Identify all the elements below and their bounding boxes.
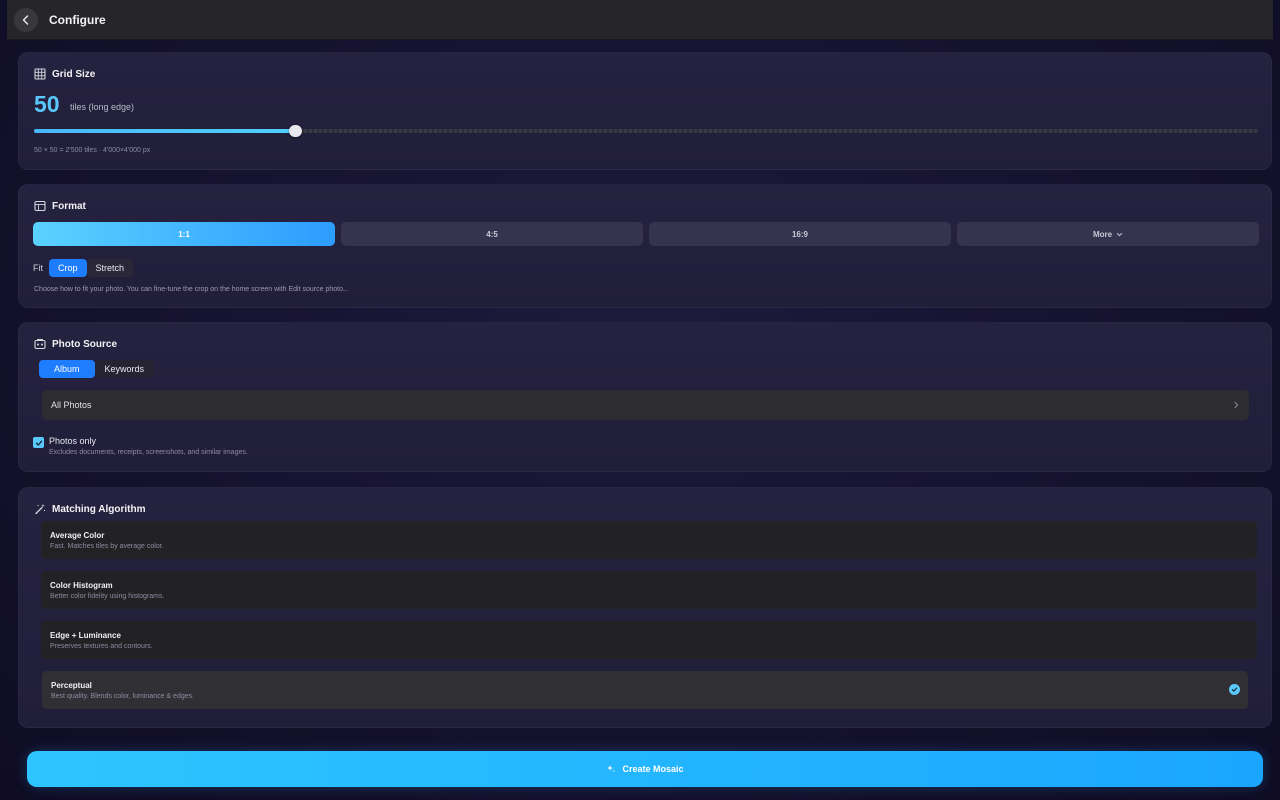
grid-size-card: Grid Size 50 tiles (long edge) 50 × 50 =…: [18, 52, 1272, 170]
source-tabs: Album Keywords: [39, 360, 155, 378]
algorithm-list: Average Color Fast. Matches tiles by ave…: [41, 521, 1257, 721]
grid-size-value: 50: [34, 91, 60, 117]
algorithm-name: Average Color: [50, 531, 105, 540]
aspect-ratio-icon: [34, 200, 46, 212]
ratio-option-1-1[interactable]: 1:1: [33, 222, 335, 246]
chevron-down-icon: [1116, 231, 1123, 238]
chevron-left-icon: [22, 14, 29, 25]
algorithm-name: Edge + Luminance: [50, 631, 121, 640]
grid-size-slider[interactable]: [34, 125, 1258, 137]
ratio-option-16-9[interactable]: 16:9: [649, 222, 951, 246]
sparkles-icon: [606, 764, 616, 774]
title-bar: Configure: [7, 0, 1273, 40]
ratio-more-button[interactable]: More: [957, 222, 1259, 246]
more-label: More: [1092, 229, 1113, 239]
grid-icon: [34, 68, 46, 80]
grid-size-title: Grid Size: [52, 68, 96, 80]
album-name: All Photos: [51, 400, 92, 410]
photo-source-header: Photo Source: [34, 338, 117, 350]
ratio-option-4-5[interactable]: 4:5: [341, 222, 643, 246]
matching-title: Matching Algorithm: [52, 503, 146, 515]
photos-only-row: Photos only Excludes documents, receipts…: [33, 436, 248, 456]
back-button[interactable]: [14, 7, 38, 32]
algorithm-description: Preserves textures and contours.: [50, 643, 153, 650]
format-title: Format: [52, 200, 86, 212]
grid-size-info: 50 × 50 = 2'500 tiles · 4'000×4'000 px: [34, 147, 151, 154]
photos-only-description: Excludes documents, receipts, screenshot…: [49, 449, 248, 456]
photos-only-label: Photos only: [49, 436, 97, 446]
fit-option-stretch[interactable]: Stretch: [86, 259, 134, 277]
source-tab-keywords[interactable]: Keywords: [94, 360, 155, 378]
page-title: Configure: [49, 12, 106, 27]
slider-fill: [34, 129, 295, 133]
aspect-ratio-selector: 1:1 4:5 16:9 More: [33, 222, 1259, 246]
create-mosaic-label: Create Mosaic: [622, 764, 684, 774]
magic-wand-icon: [34, 503, 46, 515]
photo-library-icon: [34, 338, 46, 350]
format-help-text: Choose how to fit your photo. You can fi…: [34, 286, 349, 293]
fit-label: Fit: [33, 263, 43, 273]
create-mosaic-button[interactable]: Create Mosaic: [27, 751, 1263, 787]
grid-size-header: Grid Size: [34, 68, 95, 80]
algorithm-name: Color Histogram: [50, 581, 113, 590]
chevron-right-icon: [1232, 396, 1240, 414]
fit-mode-row: Fit Crop Stretch: [33, 259, 134, 277]
format-card: Format 1:1 4:5 16:9 More Fit Crop Stretc…: [18, 184, 1272, 308]
slider-thumb[interactable]: [288, 125, 302, 137]
algorithm-option-edge-luminance[interactable]: Edge + Luminance Preserves textures and …: [41, 621, 1257, 659]
algorithm-description: Fast. Matches tiles by average color.: [50, 543, 164, 550]
source-tab-album[interactable]: Album: [39, 360, 95, 378]
algorithm-description: Better color fidelity using histograms.: [50, 593, 165, 600]
algorithm-option-average-color[interactable]: Average Color Fast. Matches tiles by ave…: [41, 521, 1257, 559]
album-picker[interactable]: All Photos: [42, 390, 1249, 420]
grid-size-unit: tiles (long edge): [70, 102, 135, 112]
fit-option-crop[interactable]: Crop: [49, 259, 87, 277]
checkmark-icon: [35, 440, 42, 446]
matching-header: Matching Algorithm: [34, 503, 146, 515]
matching-algorithm-card: Matching Algorithm Average Color Fast. M…: [18, 487, 1272, 728]
photo-source-title: Photo Source: [52, 338, 118, 350]
selected-check-icon: [1229, 684, 1240, 695]
photos-only-checkbox[interactable]: [33, 437, 44, 448]
algorithm-name: Perceptual: [51, 681, 92, 690]
algorithm-description: Best quality. Blends color, luminance & …: [51, 693, 195, 700]
algorithm-option-color-histogram[interactable]: Color Histogram Better color fidelity us…: [41, 571, 1257, 609]
photo-source-card: Photo Source Album Keywords All Photos P…: [18, 322, 1272, 472]
algorithm-option-perceptual[interactable]: Perceptual Best quality. Blends color, l…: [42, 671, 1248, 709]
format-header: Format: [34, 200, 86, 212]
